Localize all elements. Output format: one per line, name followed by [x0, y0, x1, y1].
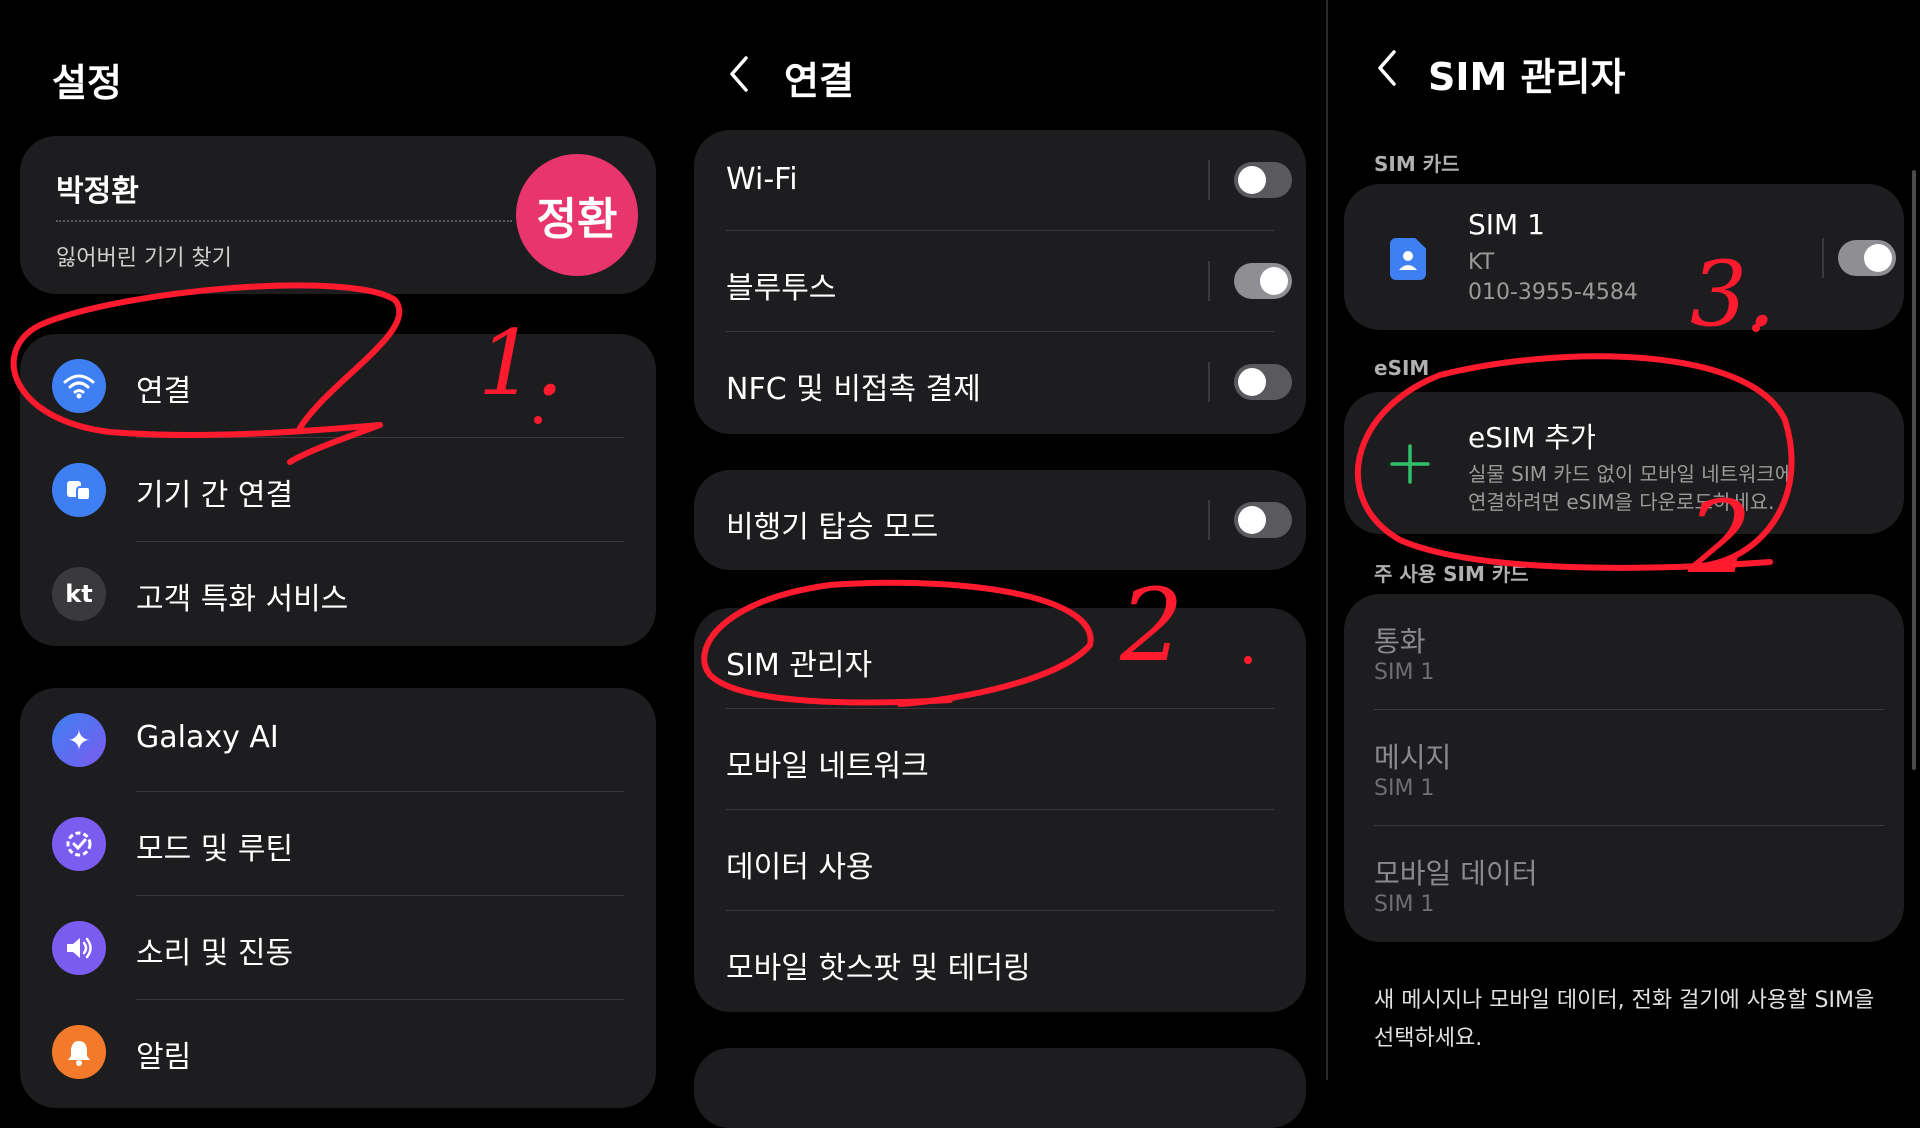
connections-group-airplane: 비행기 탑승 모드 — [694, 470, 1306, 570]
plus-icon — [1390, 444, 1430, 484]
kt-icon: kt — [52, 567, 106, 621]
sim-manager-row[interactable]: SIM 관리자 — [694, 608, 1306, 709]
primary-call-value: SIM 1 — [1374, 660, 1435, 685]
sim1-card: SIM 1 KT 010-3955-4584 — [1344, 184, 1904, 330]
data-usage-row[interactable]: 데이터 사용 — [694, 810, 1306, 911]
sparkle-icon: ✦ — [52, 713, 106, 767]
sim-card-section-header: SIM 카드 — [1374, 152, 1460, 176]
connections-group-3-partial — [694, 1048, 1306, 1128]
nfc-toggle[interactable] — [1234, 364, 1292, 400]
primary-data-row[interactable]: 모바일 데이터 SIM 1 — [1344, 826, 1904, 942]
sim-card-icon — [1390, 238, 1426, 280]
wifi-toggle[interactable] — [1234, 162, 1292, 198]
wifi-label: Wi-Fi — [726, 162, 798, 197]
sim1-name: SIM 1 — [1468, 208, 1545, 241]
scrollbar[interactable] — [1912, 170, 1916, 770]
primary-data-label: 모바일 데이터 — [1374, 857, 1538, 890]
settings-item-modes-routines[interactable]: 모드 및 루틴 — [20, 792, 656, 896]
sound-icon — [52, 921, 106, 975]
primary-call-row[interactable]: 통화 SIM 1 — [1344, 594, 1904, 710]
settings-item-label: 연결 — [136, 374, 192, 409]
devices-icon — [52, 463, 106, 517]
bluetooth-row[interactable]: 블루투스 — [694, 231, 1306, 332]
airplane-toggle[interactable] — [1234, 502, 1292, 538]
separator — [1208, 261, 1210, 301]
settings-item-label: 알림 — [136, 1040, 192, 1075]
sim1-toggle[interactable] — [1838, 240, 1896, 276]
separator — [1208, 500, 1210, 540]
settings-title: 설정 — [52, 61, 122, 105]
sim-manager-panel: SIM 관리자 SIM 카드 SIM 1 KT 010-3955-4584 eS… — [1328, 0, 1920, 1080]
primary-message-label: 메시지 — [1374, 741, 1452, 774]
primary-message-row[interactable]: 메시지 SIM 1 — [1344, 710, 1904, 826]
data-usage-label: 데이터 사용 — [726, 850, 874, 885]
primary-sim-section-header: 주 사용 SIM 카드 — [1374, 562, 1529, 586]
connections-title: 연결 — [784, 59, 854, 103]
add-esim-title: eSIM 추가 — [1468, 421, 1596, 454]
connections-group-1: Wi-Fi 블루투스 NFC 및 비접촉 결제 — [694, 130, 1306, 434]
primary-call-label: 통화 — [1374, 625, 1426, 658]
primary-sim-card: 통화 SIM 1 메시지 SIM 1 모바일 데이터 SIM 1 — [1344, 594, 1904, 942]
settings-panel: 설정 박정환 잃어버린 기기 찾기 정환 연결 기기 간 연결 kt 고객 특화… — [0, 0, 672, 1108]
settings-item-label: 소리 및 진동 — [136, 936, 294, 971]
avatar[interactable]: 정환 — [516, 154, 638, 276]
primary-data-value: SIM 1 — [1374, 892, 1435, 917]
settings-item-device-connection[interactable]: 기기 간 연결 — [20, 438, 656, 542]
back-arrow-icon[interactable] — [1372, 48, 1404, 88]
hotspot-row[interactable]: 모바일 핫스팟 및 테더링 — [694, 911, 1306, 1012]
sim-manager-title: SIM 관리자 — [1428, 55, 1626, 99]
settings-item-sound[interactable]: 소리 및 진동 — [20, 896, 656, 1000]
routine-icon — [52, 817, 106, 871]
mobile-network-label: 모바일 네트워크 — [726, 749, 929, 784]
settings-group-1: 연결 기기 간 연결 kt 고객 특화 서비스 — [20, 334, 656, 646]
settings-item-notifications[interactable]: 알림 — [20, 1000, 656, 1104]
back-arrow-icon[interactable] — [724, 54, 756, 94]
add-esim-row[interactable]: eSIM 추가 실물 SIM 카드 없이 모바일 네트워크에 연결하려면 eSI… — [1344, 392, 1904, 534]
esim-card: eSIM 추가 실물 SIM 카드 없이 모바일 네트워크에 연결하려면 eSI… — [1344, 392, 1904, 534]
bell-icon — [52, 1025, 106, 1079]
connections-group-2: SIM 관리자 모바일 네트워크 데이터 사용 모바일 핫스팟 및 테더링 — [694, 608, 1306, 1012]
settings-item-label: 고객 특화 서비스 — [136, 582, 349, 617]
sim1-row[interactable]: SIM 1 KT 010-3955-4584 — [1344, 184, 1904, 330]
wifi-row[interactable]: Wi-Fi — [694, 130, 1306, 231]
find-device-link[interactable]: 잃어버린 기기 찾기 — [56, 240, 232, 272]
avatar-text: 정환 — [536, 194, 618, 245]
separator — [1208, 362, 1210, 402]
bluetooth-toggle[interactable] — [1234, 263, 1292, 299]
nfc-label: NFC 및 비접촉 결제 — [726, 372, 981, 407]
sim1-carrier: KT — [1468, 250, 1495, 275]
mobile-network-row[interactable]: 모바일 네트워크 — [694, 709, 1306, 810]
kt-logo-text: kt — [65, 580, 93, 608]
add-esim-desc-2: 연결하려면 eSIM을 다운로드하세요. — [1468, 490, 1775, 514]
separator — [1822, 238, 1824, 278]
settings-item-label: 모드 및 루틴 — [136, 832, 294, 867]
add-esim-desc-1: 실물 SIM 카드 없이 모바일 네트워크에 — [1468, 462, 1794, 486]
settings-item-customer-service[interactable]: kt 고객 특화 서비스 — [20, 542, 656, 646]
profile-name: 박정환 — [56, 174, 139, 209]
primary-message-value: SIM 1 — [1374, 776, 1435, 801]
bluetooth-label: 블루투스 — [726, 271, 837, 306]
footer-text-2: 선택하세요. — [1374, 1026, 1483, 1051]
airplane-label: 비행기 탑승 모드 — [726, 510, 939, 545]
wifi-icon — [52, 359, 106, 413]
profile-card[interactable]: 박정환 잃어버린 기기 찾기 정환 — [20, 136, 656, 294]
profile-dotted-divider — [56, 220, 512, 222]
settings-item-label: Galaxy AI — [136, 720, 279, 755]
esim-section-header: eSIM — [1374, 356, 1430, 380]
settings-group-2: ✦ Galaxy AI 모드 및 루틴 소리 및 진동 알림 — [20, 688, 656, 1108]
settings-item-galaxy-ai[interactable]: ✦ Galaxy AI — [20, 688, 656, 792]
separator — [1208, 160, 1210, 200]
settings-item-connections[interactable]: 연결 — [20, 334, 656, 438]
sim1-number: 010-3955-4584 — [1468, 280, 1638, 305]
sim-manager-label: SIM 관리자 — [726, 648, 873, 683]
footer-text-1: 새 메시지나 모바일 데이터, 전화 걸기에 사용할 SIM을 — [1374, 988, 1875, 1013]
connections-panel: 연결 Wi-Fi 블루투스 NFC 및 비접촉 결제 비행기 탑승 모드 SIM… — [672, 0, 1327, 1128]
hotspot-label: 모바일 핫스팟 및 테더링 — [726, 951, 1031, 986]
nfc-row[interactable]: NFC 및 비접촉 결제 — [694, 332, 1306, 433]
settings-item-label: 기기 간 연결 — [136, 478, 294, 513]
airplane-row[interactable]: 비행기 탑승 모드 — [694, 470, 1306, 570]
